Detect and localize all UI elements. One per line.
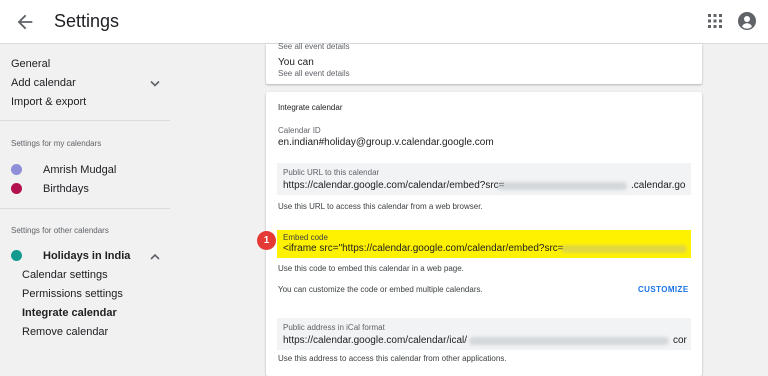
- sidebar-item-add-calendar[interactable]: Add calendar: [11, 77, 76, 89]
- sidebar-divider: [0, 120, 170, 121]
- customize-help: You can customize the code or embed mult…: [278, 285, 483, 294]
- account-avatar-icon[interactable]: [738, 12, 756, 30]
- annotation-badge: 1: [257, 231, 276, 250]
- ical-address-value: https://calendar.google.com/calendar/ica…: [283, 335, 467, 346]
- back-arrow-icon[interactable]: [14, 11, 36, 33]
- chevron-down-icon[interactable]: [150, 80, 160, 88]
- ical-address-suffix: cor: [673, 335, 687, 346]
- permission-option[interactable]: You can: [278, 57, 314, 68]
- redacted-text: [469, 337, 669, 345]
- permission-detail: See all event details: [278, 69, 350, 78]
- embed-code-label: Embed code: [283, 233, 328, 242]
- calendar-id-value: en.indian#holiday@group.v.calendar.googl…: [278, 137, 494, 148]
- sidebar-item-import-export[interactable]: Import & export: [11, 96, 86, 108]
- page-title: Settings: [54, 11, 120, 31]
- settings-sidebar: General Add calendar Import & export Set…: [0, 44, 170, 376]
- public-url-help: Use this URL to access this calendar fro…: [278, 202, 483, 211]
- redacted-text: [561, 245, 687, 253]
- access-permissions-card: See all event details You can See all ev…: [266, 42, 702, 84]
- sidebar-item-holidays-in-india[interactable]: Holidays in India: [43, 250, 130, 262]
- calendar-color-dot: [11, 183, 22, 194]
- sidebar-subitem-permissions-settings[interactable]: Permissions settings: [22, 288, 123, 300]
- public-url-field[interactable]: Public URL to this calendar https://cale…: [277, 163, 691, 195]
- my-calendars-heading: Settings for my calendars: [11, 139, 102, 148]
- other-calendars-heading: Settings for other calendars: [11, 226, 109, 235]
- apps-grid-icon[interactable]: [708, 14, 722, 28]
- sidebar-item-birthdays[interactable]: Birthdays: [43, 183, 89, 195]
- public-url-value: https://calendar.google.com/calendar/emb…: [283, 180, 505, 191]
- sidebar-subitem-calendar-settings[interactable]: Calendar settings: [22, 269, 108, 281]
- integrate-calendar-card: Integrate calendar Calendar ID en.indian…: [266, 92, 702, 376]
- chevron-up-icon[interactable]: [150, 253, 160, 261]
- embed-code-help: Use this code to embed this calendar in …: [278, 264, 464, 273]
- ical-address-label: Public address in iCal format: [283, 323, 385, 332]
- app-header: Settings: [0, 0, 768, 44]
- public-url-suffix: .calendar.go: [631, 180, 686, 191]
- embed-code-value: <iframe src="https://calendar.google.com…: [283, 243, 564, 254]
- redacted-text: [497, 182, 627, 190]
- customize-button[interactable]: CUSTOMIZE: [638, 285, 689, 294]
- calendar-color-dot: [11, 250, 22, 261]
- sidebar-divider: [0, 208, 170, 209]
- calendar-color-dot: [11, 164, 22, 175]
- calendar-id-label: Calendar ID: [278, 126, 321, 135]
- section-title: Integrate calendar: [278, 103, 343, 112]
- sidebar-item-amrish-mudgal[interactable]: Amrish Mudgal: [43, 164, 116, 176]
- sidebar-item-general[interactable]: General: [11, 58, 50, 70]
- sidebar-subitem-remove-calendar[interactable]: Remove calendar: [22, 326, 108, 338]
- embed-code-field[interactable]: Embed code <iframe src="https://calendar…: [277, 230, 691, 258]
- ical-address-field[interactable]: Public address in iCal format https://ca…: [277, 318, 691, 350]
- see-details-text-top: See all event details: [278, 42, 350, 51]
- public-url-label: Public URL to this calendar: [283, 168, 380, 177]
- sidebar-subitem-integrate-calendar[interactable]: Integrate calendar: [22, 307, 117, 319]
- ical-address-help: Use this address to access this calendar…: [278, 354, 507, 363]
